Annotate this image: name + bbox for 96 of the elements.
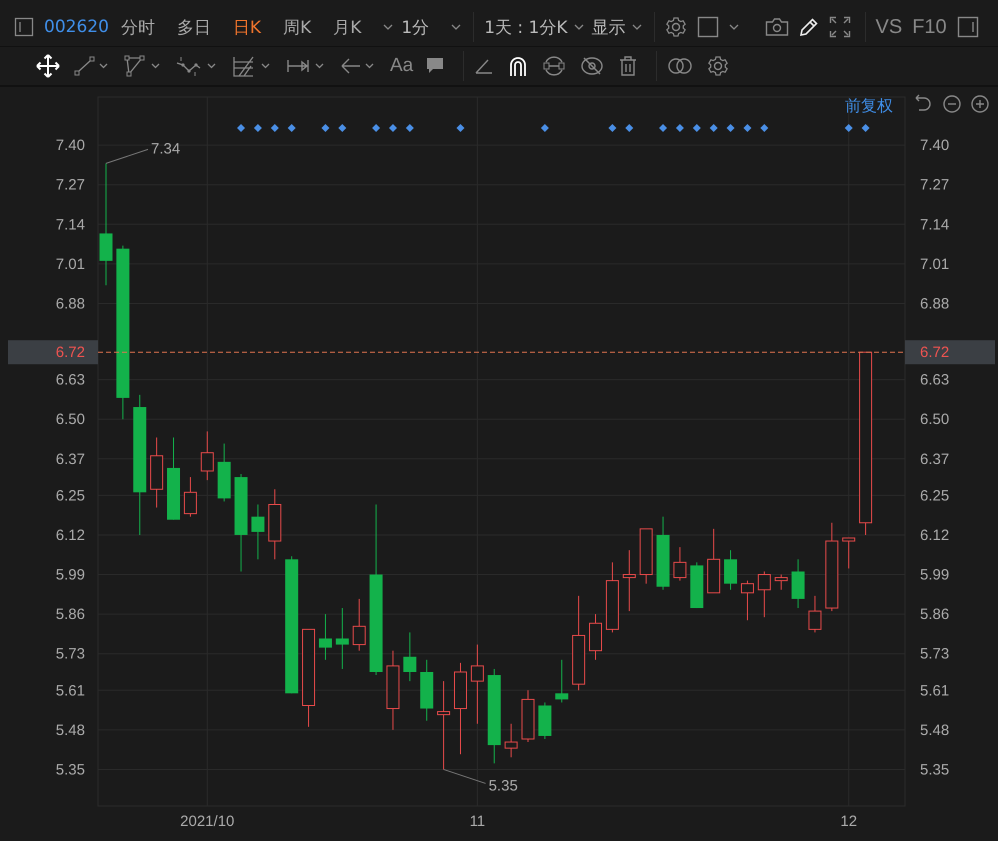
y-axis-label: 6.25	[56, 487, 85, 504]
x-axis-label: 11	[470, 813, 486, 830]
text-tool-button[interactable]: Aa	[390, 55, 414, 77]
period-tab[interactable]: 月K	[333, 16, 362, 38]
move-icon[interactable]	[36, 54, 60, 78]
compare-button[interactable]: VS	[876, 16, 902, 38]
range-dropdown[interactable]: 1天 : 1分K	[484, 16, 568, 38]
pencil-icon[interactable]	[798, 17, 819, 37]
y-axis-label: 5.35	[920, 761, 950, 778]
falling-candle	[403, 632, 416, 682]
falling-candle	[251, 504, 264, 560]
falling-candle	[538, 702, 552, 740]
y-axis-label: 5.48	[920, 722, 950, 739]
caret-icon[interactable]	[451, 23, 462, 31]
link-icon[interactable]	[542, 55, 566, 77]
current-price-label: 6.72	[920, 344, 950, 362]
price-adjustment-link[interactable]: 前复权	[845, 96, 893, 115]
settings-icon[interactable]	[707, 55, 730, 77]
y-axis-label: 5.99	[920, 566, 950, 584]
rising-candle	[758, 571, 771, 618]
caret-icon[interactable]	[632, 23, 642, 31]
x-axis-label: 12	[840, 813, 858, 830]
y-axis-label: 6.50	[920, 411, 950, 428]
falling-candle	[318, 614, 332, 660]
y-axis-label: 5.48	[56, 722, 85, 739]
panel-icon[interactable]	[14, 17, 34, 37]
y-axis-label: 5.61	[56, 682, 85, 700]
y-axis-label: 7.27	[920, 176, 950, 194]
wave-tool-icon[interactable]	[176, 55, 218, 77]
y-axis-label: 5.35	[56, 761, 85, 778]
f10-button[interactable]: F10	[912, 16, 947, 38]
y-axis-label: 7.40	[56, 137, 85, 154]
y-axis-label: 7.27	[56, 176, 85, 194]
rising-candle	[622, 550, 636, 612]
period-tab[interactable]: 多日	[176, 16, 211, 38]
rising-candle	[842, 538, 856, 569]
price-annotation: 7.34	[151, 140, 180, 158]
y-axis-label: 5.61	[920, 682, 950, 700]
y-axis-label: 5.73	[920, 646, 950, 663]
y-axis-label: 6.88	[920, 295, 950, 312]
period-tab[interactable]: 周K	[283, 16, 312, 38]
settings-icon[interactable]	[664, 16, 687, 38]
caret-icon[interactable]	[728, 23, 739, 31]
rising-candle	[740, 580, 754, 621]
y-axis-label: 7.01	[920, 256, 950, 273]
undo-icon[interactable]	[915, 94, 931, 111]
circles-icon[interactable]	[667, 56, 694, 76]
y-axis-label: 7.14	[920, 216, 950, 234]
leader-line	[443, 768, 486, 784]
y-axis-label: 5.86	[56, 606, 85, 624]
falling-candle	[336, 608, 349, 670]
camera-icon[interactable]	[764, 17, 789, 37]
magnet-icon[interactable]	[508, 55, 528, 77]
fullscreen-icon[interactable]	[828, 16, 851, 38]
caret-icon[interactable]	[383, 23, 394, 31]
x-axis-label: 2021/10	[180, 813, 234, 830]
leader-line	[106, 148, 148, 164]
falling-candle	[724, 550, 738, 590]
y-axis-label: 6.12	[56, 526, 85, 544]
rising-candle	[606, 562, 619, 633]
polygon-tool-icon[interactable]	[124, 55, 162, 77]
y-axis-label: 6.63	[56, 372, 85, 389]
y-axis-label: 7.01	[56, 256, 85, 273]
y-axis-label: 7.40	[920, 137, 950, 154]
interval-dropdown[interactable]: 1分	[401, 16, 430, 38]
comment-icon[interactable]	[425, 56, 446, 76]
trash-icon[interactable]	[618, 55, 638, 77]
eye-off-icon[interactable]	[580, 55, 604, 77]
y-axis-label: 6.63	[920, 372, 950, 389]
period-tab[interactable]: 日K	[232, 16, 262, 38]
y-axis-label: 6.25	[920, 487, 950, 504]
falling-candle	[690, 562, 704, 609]
period-tab[interactable]: 分时	[120, 16, 155, 38]
display-dropdown[interactable]: 显示	[592, 16, 626, 38]
zoom-in-icon[interactable]	[971, 95, 989, 113]
y-axis-label: 6.37	[920, 450, 950, 468]
y-axis-label: 5.99	[56, 566, 85, 584]
rising-candle	[673, 546, 686, 582]
line-tool-icon[interactable]	[74, 55, 110, 77]
y-axis-label: 6.37	[56, 450, 85, 468]
caret-icon[interactable]	[574, 23, 584, 31]
y-axis-label: 7.14	[56, 216, 85, 234]
y-axis-label: 6.12	[920, 526, 950, 544]
panel-icon[interactable]	[956, 16, 979, 38]
current-price-label: 6.72	[56, 344, 85, 362]
stock-code: 002620	[44, 17, 109, 37]
y-axis-label: 5.73	[56, 646, 85, 663]
y-axis-label: 6.50	[56, 411, 85, 428]
hatched-box-icon[interactable]	[232, 54, 272, 78]
y-axis-label: 5.86	[920, 606, 950, 624]
square-icon[interactable]	[696, 16, 719, 38]
y-axis-label: 6.88	[56, 295, 85, 312]
rising-candle	[707, 528, 720, 594]
zoom-out-icon[interactable]	[943, 95, 961, 113]
price-annotation: 5.35	[488, 777, 518, 794]
rising-candle	[268, 488, 282, 560]
